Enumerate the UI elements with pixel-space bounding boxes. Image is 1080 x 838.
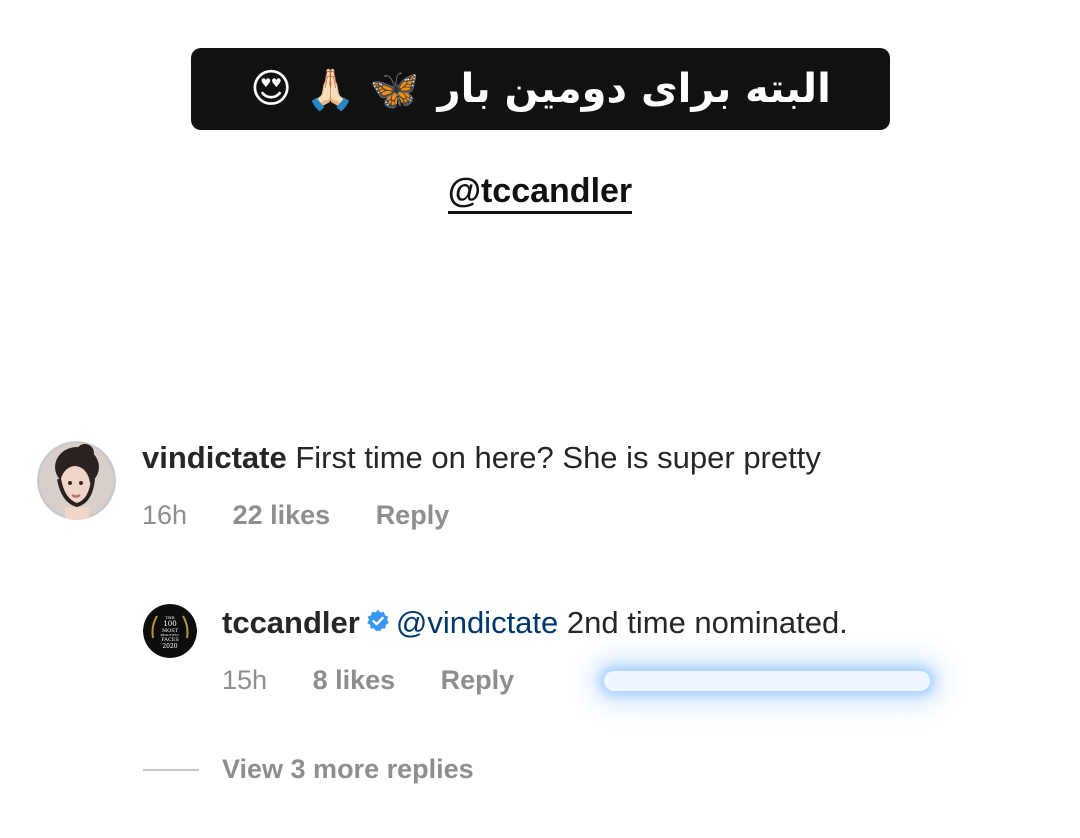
reply-button[interactable]: Reply <box>376 500 450 530</box>
story-text-banner: البته برای دومین بار 😍 🙏🏻 🦋 <box>191 48 890 130</box>
reply-mention-link[interactable]: @vindictate <box>396 605 558 640</box>
comment-meta: 16h 22 likes Reply <box>142 500 449 531</box>
avatar[interactable]: THE 100 MOST BEAUTIFUL FACES 2020 <box>143 604 197 658</box>
comment-likes[interactable]: 22 likes <box>233 500 331 530</box>
mention-link[interactable]: @tccandler <box>447 172 633 214</box>
comment-time: 16h <box>142 500 188 530</box>
view-more-replies-button[interactable]: View 3 more replies <box>222 754 474 785</box>
comment-username[interactable]: vindictate <box>142 440 287 475</box>
verified-badge-icon <box>366 605 390 641</box>
story-mention: @tccandler <box>0 172 1080 214</box>
reply-body: 2nd time nominated. <box>566 605 848 641</box>
banner-emojis: 😍 🙏🏻 🦋 <box>250 66 419 113</box>
reply-time: 15h <box>222 665 268 695</box>
comment-body: First time on here? She is super pretty <box>295 440 821 475</box>
praying-hands-emoji-icon: 🙏🏻 <box>305 66 356 113</box>
badge-text: 100 <box>163 620 176 628</box>
highlight-stroke <box>604 671 930 691</box>
comment-text: vindictate First time on here? She is su… <box>142 440 821 476</box>
reply-text: tccandler @vindictate 2nd time nominated… <box>222 605 848 645</box>
reply-username[interactable]: tccandler <box>222 605 360 640</box>
reply-likes[interactable]: 8 likes <box>313 665 396 695</box>
banner-text: البته برای دومین بار <box>437 66 831 112</box>
reply-button[interactable]: Reply <box>441 665 515 695</box>
heart-eyes-emoji-icon: 😍 <box>250 66 292 112</box>
badge-text: 2020 <box>162 643 177 650</box>
reply-meta: 15h 8 likes Reply <box>222 665 514 696</box>
avatar[interactable] <box>37 441 116 520</box>
butterfly-emoji-icon: 🦋 <box>369 66 420 113</box>
replies-divider <box>143 769 199 771</box>
